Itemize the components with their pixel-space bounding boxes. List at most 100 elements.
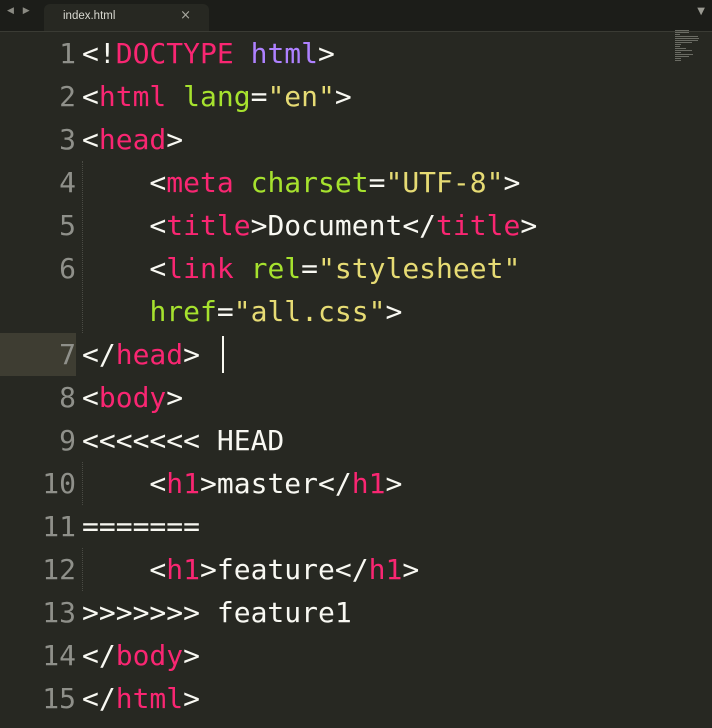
text-cursor [222, 336, 224, 373]
code-token: "UTF-8" [385, 166, 504, 199]
tab-index-html[interactable]: index.html × [44, 4, 209, 31]
code-token: meta [166, 166, 234, 199]
code-token: h1 [351, 467, 386, 500]
code-token: </ [82, 639, 116, 672]
code-line[interactable]: <!DOCTYPE html> [82, 32, 335, 75]
code-token: = [301, 252, 319, 285]
code-token: h1 [166, 553, 201, 586]
code-line[interactable]: <title>Document</title> [82, 204, 537, 247]
code-line[interactable]: href="all.css"> [82, 290, 402, 333]
gutter-row: 12 [0, 548, 76, 591]
gutter-row: 13 [0, 591, 76, 634]
code-token: href [149, 295, 217, 328]
code-token: "all.css" [233, 295, 386, 328]
tab-title: index.html [63, 10, 116, 22]
code-token: </ [318, 467, 352, 500]
code-line[interactable]: >>>>>>> feature1 [82, 591, 352, 634]
code-line[interactable]: <html lang="en"> [82, 75, 352, 118]
code-token: rel [250, 252, 302, 285]
code-token: < [82, 123, 99, 156]
code-token: > [334, 80, 352, 113]
editor-window: ◀ ▶ index.html × ▼ 1 2 3 4 5 6 7 8 9 10 11 12 13 14 15… [0, 0, 712, 728]
code-line[interactable]: </body> [82, 634, 200, 677]
code-line[interactable]: <h1>master</h1> [82, 462, 402, 505]
line-number: 13 [42, 596, 76, 629]
line-number: 4 [59, 166, 76, 199]
code-token: body [115, 639, 184, 672]
line-number: 6 [59, 252, 76, 285]
code-token: link [166, 252, 234, 285]
gutter-row: 3 [0, 118, 76, 161]
code-token: >>>>>>> feature1 [82, 596, 352, 629]
code-line[interactable]: <head> [82, 118, 183, 161]
code-token: </ [82, 682, 116, 715]
code-line[interactable]: </head> [82, 333, 200, 376]
gutter-row: 14 [0, 634, 76, 677]
code-token: feature [216, 553, 335, 586]
line-number: 5 [59, 209, 76, 242]
code-token: h1 [368, 553, 403, 586]
code-token: < [82, 381, 99, 414]
line-number: 10 [42, 467, 76, 500]
indent-guide [82, 161, 83, 333]
line-number: 3 [59, 123, 76, 156]
minimap-line [675, 58, 681, 59]
gutter-row: 4 [0, 161, 76, 204]
code-token: title [436, 209, 521, 242]
minimap-line [675, 56, 689, 57]
minimap[interactable] [672, 30, 702, 66]
minimap-line [675, 42, 692, 43]
close-icon[interactable]: × [180, 8, 191, 23]
gutter-row: 6 [0, 247, 76, 290]
code-line[interactable]: <body> [82, 376, 183, 419]
tab-navigation-arrows-icon[interactable]: ◀ ▶ [7, 6, 33, 16]
code-token: > [520, 209, 538, 242]
code-token: < [82, 80, 99, 113]
code-token: body [98, 381, 167, 414]
indent-guide [82, 548, 83, 591]
minimap-line [675, 60, 681, 61]
code-token: </ [402, 209, 437, 242]
minimap-line [675, 34, 680, 35]
line-number: 15 [42, 682, 76, 715]
code-line[interactable]: </html> [82, 677, 200, 720]
code-line[interactable]: ======= [82, 505, 200, 548]
code-token: > [183, 338, 201, 371]
minimap-line [675, 50, 692, 51]
tab-list-dropdown-icon[interactable]: ▼ [697, 6, 705, 17]
code-line[interactable]: <h1>feature</h1> [82, 548, 419, 591]
code-token: "en" [267, 80, 335, 113]
code-token: < [82, 209, 167, 242]
code-token: > [250, 209, 268, 242]
minimap-line [675, 52, 681, 53]
code-token: > [402, 553, 420, 586]
minimap-line [675, 54, 693, 55]
minimap-line [675, 32, 689, 33]
code-token: < [82, 252, 167, 285]
code-line[interactable]: <<<<<<< HEAD [82, 419, 284, 462]
code-editor[interactable]: 1 2 3 4 5 6 7 8 9 10 11 12 13 14 15 <!DOCTYPE html> <ht… [0, 32, 712, 728]
code-token: </ [334, 553, 369, 586]
minimap-line [675, 30, 689, 31]
line-number: 11 [42, 510, 76, 543]
code-token: html [250, 37, 319, 70]
gutter-row: 10 [0, 462, 76, 505]
gutter-row: 7 [0, 333, 76, 376]
code-token: head [98, 123, 167, 156]
line-number: 14 [42, 639, 76, 672]
code-line[interactable]: <meta charset="UTF-8"> [82, 161, 520, 204]
code-line[interactable]: <link rel="stylesheet" [82, 247, 520, 290]
line-number: 1 [59, 37, 76, 70]
code-token: = [250, 80, 268, 113]
indent-guide [82, 462, 83, 505]
code-token: = [216, 295, 234, 328]
line-number: 7 [59, 338, 76, 371]
code-token: > [318, 37, 335, 70]
code-token: < [82, 553, 167, 586]
code-token: html [98, 80, 167, 113]
tab-bar: ◀ ▶ index.html × ▼ [0, 0, 712, 32]
